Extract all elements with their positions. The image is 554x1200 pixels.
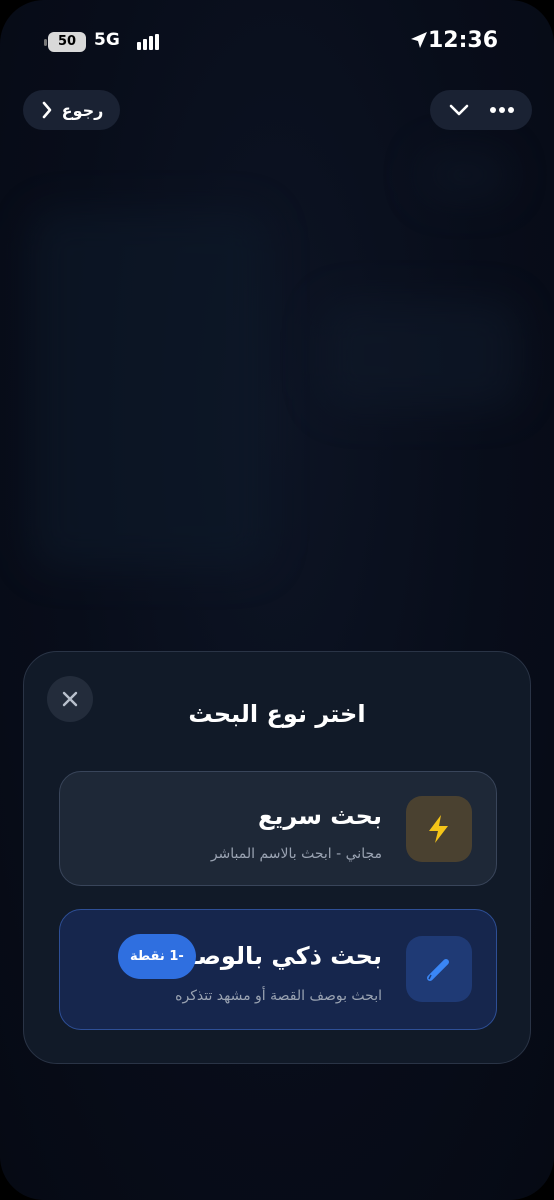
- quick-search-title: بحث سريع: [257, 802, 382, 830]
- background-blur: [320, 300, 520, 410]
- cost-badge: -1 نقطة: [118, 934, 196, 979]
- quick-search-subtitle: مجاني - ابحث بالاسم المباشر: [210, 846, 382, 862]
- status-time: 12:36: [427, 28, 498, 53]
- more-options-icon[interactable]: [489, 106, 515, 114]
- signal-icon: [137, 34, 159, 50]
- chevron-down-icon[interactable]: [448, 103, 470, 117]
- smart-search-subtitle: ابحث بوصف القصة أو مشهد تتذكره: [175, 988, 382, 1004]
- battery-indicator: 50: [44, 32, 86, 52]
- smart-search-title: بحث ذكي بالوصف: [169, 942, 382, 970]
- browser-menu-pill: [430, 90, 532, 130]
- status-bar: 50 5G 12:36: [0, 28, 554, 56]
- network-type: 5G: [94, 30, 120, 50]
- background-blur: [30, 210, 270, 570]
- lightning-icon: [406, 796, 472, 862]
- pencil-icon: [406, 936, 472, 1002]
- smart-search-option[interactable]: بحث ذكي بالوصف -1 نقطة ابحث بوصف القصة أ…: [59, 909, 497, 1030]
- app-screen: 50 5G 12:36 رجوع اختر نوع البحث بحث سريع…: [0, 0, 554, 1200]
- back-label: رجوع: [61, 100, 104, 120]
- sheet-title: اختر نوع البحث: [188, 700, 366, 728]
- search-type-sheet: اختر نوع البحث بحث سريع مجاني - ابحث بال…: [23, 651, 531, 1064]
- chevron-left-icon: [40, 101, 52, 119]
- back-button[interactable]: رجوع: [23, 90, 120, 130]
- background-blur: [420, 150, 510, 200]
- location-arrow-icon: [410, 31, 428, 49]
- quick-search-option[interactable]: بحث سريع مجاني - ابحث بالاسم المباشر: [59, 771, 497, 886]
